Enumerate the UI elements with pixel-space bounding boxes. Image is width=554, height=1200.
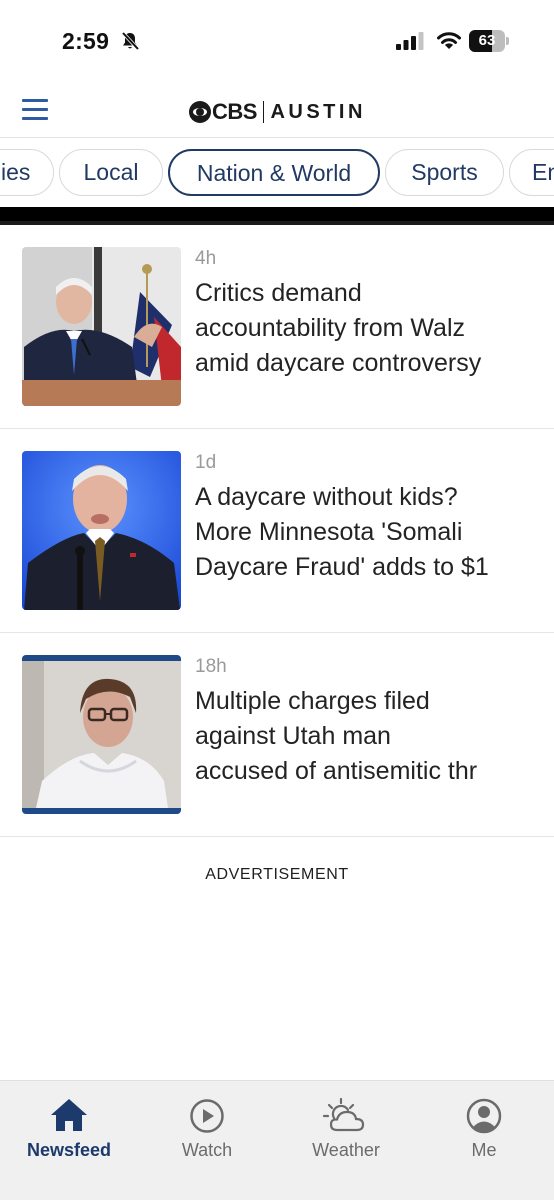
nav-me[interactable]: Me [415,1081,553,1181]
story-age: 18h [195,656,227,677]
story-card[interactable]: 4h Critics demand accountability from Wa… [0,225,554,429]
logo-brand: CBS [212,99,257,124]
story-card[interactable]: 1d A daycare without kids? More Minnesot… [0,429,554,633]
headline-line: More Minnesota 'Somali [195,518,463,546]
nav-label: Me [471,1140,497,1160]
hamburger-menu-icon[interactable] [20,96,50,124]
tab-sports[interactable]: Sports [385,149,504,196]
partly-cloudy-icon [322,1097,365,1132]
headline-line: Multiple charges filed [195,687,430,715]
tab-local[interactable]: Local [59,149,163,196]
tab-nation-and-world[interactable]: Nation & World [168,149,380,196]
bottom-navigation: Newsfeed Watch Weather Me [0,1080,554,1200]
headline-line: against Utah man [195,722,391,750]
cbs-austin-logo: CBS AUSTIN [189,98,366,126]
nav-weather[interactable]: Weather [277,1081,415,1181]
news-feed: 4h Critics demand accountability from Wa… [0,225,554,837]
headline-line: amid daycare controversy [195,349,482,377]
wifi-icon [437,32,461,49]
headline-line: accused of antisemitic thr [195,757,478,785]
story-thumbnail[interactable] [22,247,181,406]
category-tabs: ies Local Nation & World Sports En [0,139,554,207]
cbs-eye-icon [189,101,211,123]
story-headline[interactable]: Multiple charges filed against Utah man … [195,684,554,789]
story-age: 1d [195,452,217,473]
status-bar: 2:59 63 [0,0,554,84]
headline-line: A daycare without kids? [195,483,458,511]
cellular-signal-icon [396,32,424,50]
tab-entertainment[interactable]: En [509,149,554,196]
advertisement-label: ADVERTISEMENT [205,866,349,883]
nav-label: Weather [312,1140,380,1160]
story-age: 4h [195,248,217,269]
nav-label: Newsfeed [26,1140,112,1160]
story-headline[interactable]: A daycare without kids? More Minnesota '… [195,480,554,585]
headline-line: Daycare Fraud' adds to $1 [195,553,489,581]
logo-city: AUSTIN [270,100,366,123]
story-thumbnail[interactable] [22,655,181,814]
tab-stories[interactable]: ies [0,149,54,196]
bell-slash-icon [121,31,140,51]
battery-percent: 63 [478,32,496,49]
play-circle-icon [190,1099,224,1133]
headline-line: Critics demand [195,279,362,307]
nav-newsfeed[interactable]: Newsfeed [0,1081,138,1181]
story-headline[interactable]: Critics demand accountability from Walz … [195,276,554,381]
story-card[interactable]: 18h Multiple charges filed against Utah … [0,633,554,837]
user-circle-icon [466,1098,502,1134]
story-thumbnail[interactable] [22,451,181,610]
headline-line: accountability from Walz [195,314,465,342]
app-header: CBS AUSTIN [0,84,554,138]
nav-watch[interactable]: Watch [138,1081,276,1181]
status-time: 2:59 [62,28,110,54]
home-icon [51,1099,87,1131]
nav-label: Watch [181,1140,233,1160]
video-strip [0,207,554,225]
battery-indicator: 63 [469,30,509,52]
